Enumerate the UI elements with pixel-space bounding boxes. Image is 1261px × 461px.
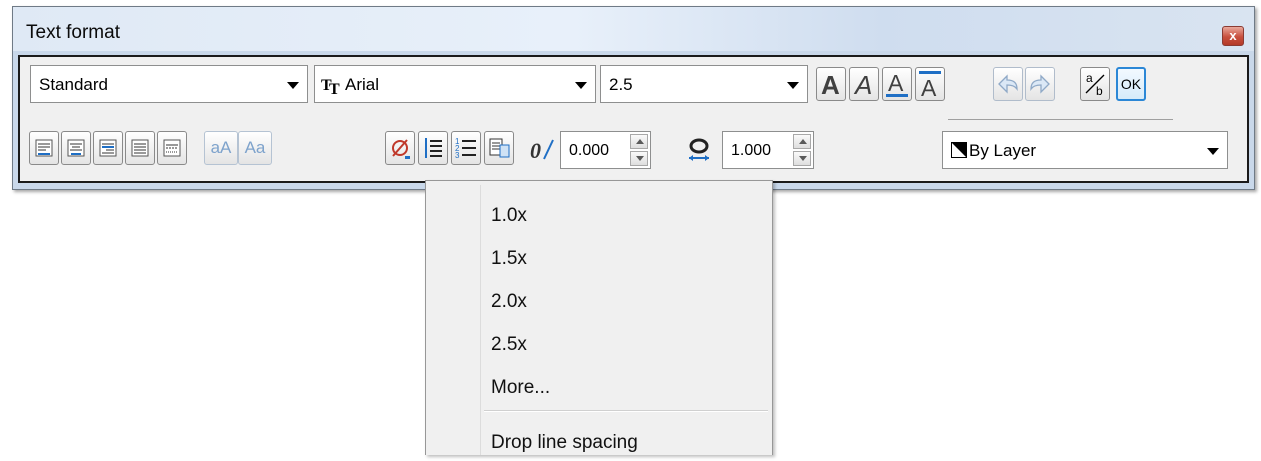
spin-up-button[interactable] bbox=[793, 134, 811, 149]
symbol-button[interactable] bbox=[385, 131, 415, 165]
symbol-icon bbox=[392, 139, 410, 159]
chevron-down-icon bbox=[787, 82, 799, 89]
spinner bbox=[793, 134, 811, 166]
style-select-value: Standard bbox=[39, 75, 108, 94]
text-height-select[interactable]: 2.5 bbox=[600, 65, 808, 103]
undo-button[interactable] bbox=[993, 67, 1023, 101]
color-select[interactable]: By Layer bbox=[942, 131, 1228, 169]
font-select[interactable]: T T Arial bbox=[314, 65, 596, 103]
menu-item-drop-line-spacing[interactable]: Drop line spacing bbox=[482, 421, 768, 461]
truetype-font-icon: T T bbox=[321, 77, 340, 96]
close-icon: x bbox=[1229, 28, 1237, 43]
insert-field-icon bbox=[489, 138, 510, 158]
lowercase-label: Aa bbox=[244, 138, 266, 157]
oblique-angle-icon: 0 bbox=[530, 138, 554, 163]
toolbar-panel: Standard T T Arial 2.5 A A A A a b OK aA… bbox=[18, 55, 1249, 183]
overline-button[interactable]: A bbox=[915, 67, 945, 101]
chevron-down-icon bbox=[287, 82, 299, 89]
chevron-down-icon bbox=[1207, 148, 1219, 155]
uppercase-label: aA bbox=[210, 138, 232, 157]
align-center-icon bbox=[67, 139, 85, 157]
svg-text:0: 0 bbox=[530, 138, 541, 163]
line-spacing-icon bbox=[425, 138, 442, 158]
svg-text:A: A bbox=[921, 75, 937, 98]
align-right-icon bbox=[99, 139, 117, 157]
menu-gutter bbox=[480, 185, 481, 455]
underline-icon: A bbox=[886, 70, 908, 97]
align-center-button[interactable] bbox=[61, 131, 91, 165]
justify-icon bbox=[131, 139, 149, 157]
text-height-value: 2.5 bbox=[609, 75, 633, 94]
numbering-button[interactable]: 123 bbox=[451, 131, 481, 165]
ok-button[interactable]: OK bbox=[1116, 67, 1146, 101]
menu-item-label: More... bbox=[491, 377, 551, 398]
overline-icon: A bbox=[919, 71, 941, 98]
bold-button[interactable]: A bbox=[816, 67, 846, 101]
width-factor-field[interactable]: 1.000 bbox=[722, 131, 814, 169]
menu-item-label: Drop line spacing bbox=[491, 432, 638, 453]
fraction-denominator: b bbox=[1096, 84, 1103, 97]
width-factor-icon bbox=[689, 138, 709, 161]
fraction-numerator: a bbox=[1086, 71, 1093, 85]
italic-icon: A bbox=[853, 71, 872, 97]
font-select-value: Arial bbox=[345, 75, 380, 94]
window-title: Text format bbox=[26, 22, 120, 43]
by-layer-color-icon bbox=[951, 142, 967, 158]
italic-button[interactable]: A bbox=[849, 67, 879, 101]
numbering-icon: 123 bbox=[455, 137, 476, 160]
menu-item-label: 2.5x bbox=[491, 334, 527, 355]
distribute-icon bbox=[163, 139, 181, 157]
distribute-button[interactable] bbox=[157, 131, 187, 165]
spin-up-button[interactable] bbox=[630, 134, 648, 149]
align-right-button[interactable] bbox=[93, 131, 123, 165]
spin-down-button[interactable] bbox=[793, 151, 811, 166]
oblique-angle-field[interactable]: 0.000 bbox=[560, 131, 651, 169]
menu-item-label: 1.0x bbox=[491, 205, 527, 226]
menu-separator-highlight bbox=[484, 411, 768, 412]
line-spacing-button[interactable] bbox=[418, 131, 448, 165]
underline-button[interactable]: A bbox=[882, 67, 912, 101]
undo-icon bbox=[998, 74, 1018, 94]
toolbar-separator bbox=[948, 119, 1173, 120]
text-format-window: Text format x Standard T T Arial 2.5 A A bbox=[12, 6, 1255, 190]
color-select-value: By Layer bbox=[969, 141, 1037, 160]
menu-item-label: 2.0x bbox=[491, 291, 527, 312]
uppercase-button[interactable]: aA bbox=[204, 131, 238, 165]
menu-item-2-0x[interactable]: 2.0x bbox=[482, 280, 768, 320]
width-factor-value: 1.000 bbox=[731, 142, 772, 159]
chevron-down-icon bbox=[575, 82, 587, 89]
redo-icon bbox=[1030, 74, 1050, 94]
bold-icon: A bbox=[821, 71, 840, 97]
menu-item-1-0x[interactable]: 1.0x bbox=[482, 194, 768, 234]
lowercase-button[interactable]: Aa bbox=[238, 131, 272, 165]
style-select[interactable]: Standard bbox=[30, 65, 308, 103]
menu-item-label: 1.5x bbox=[491, 248, 527, 269]
redo-button[interactable] bbox=[1025, 67, 1055, 101]
stack-fraction-button[interactable]: a b bbox=[1080, 67, 1110, 101]
svg-text:T: T bbox=[329, 81, 340, 96]
line-spacing-menu: 1.0x 1.5x 2.0x 2.5x More... Drop line sp… bbox=[425, 180, 773, 455]
svg-text:A: A bbox=[888, 70, 904, 96]
menu-item-1-5x[interactable]: 1.5x bbox=[482, 237, 768, 277]
svg-text:A: A bbox=[821, 71, 840, 97]
svg-text:3: 3 bbox=[455, 151, 460, 160]
ok-label: OK bbox=[1120, 76, 1142, 92]
title-bar[interactable]: Text format x bbox=[13, 7, 1254, 51]
spinner bbox=[630, 134, 648, 166]
menu-item-more[interactable]: More... bbox=[482, 366, 768, 406]
align-left-icon bbox=[35, 139, 53, 157]
stack-fraction-icon: a b bbox=[1085, 71, 1105, 97]
close-button[interactable]: x bbox=[1222, 26, 1244, 46]
svg-text:A: A bbox=[853, 71, 872, 97]
align-left-button[interactable] bbox=[29, 131, 59, 165]
insert-field-button[interactable] bbox=[484, 131, 514, 165]
menu-item-2-5x[interactable]: 2.5x bbox=[482, 323, 768, 363]
oblique-angle-value: 0.000 bbox=[569, 142, 610, 159]
justify-button[interactable] bbox=[125, 131, 155, 165]
spin-down-button[interactable] bbox=[630, 151, 648, 166]
